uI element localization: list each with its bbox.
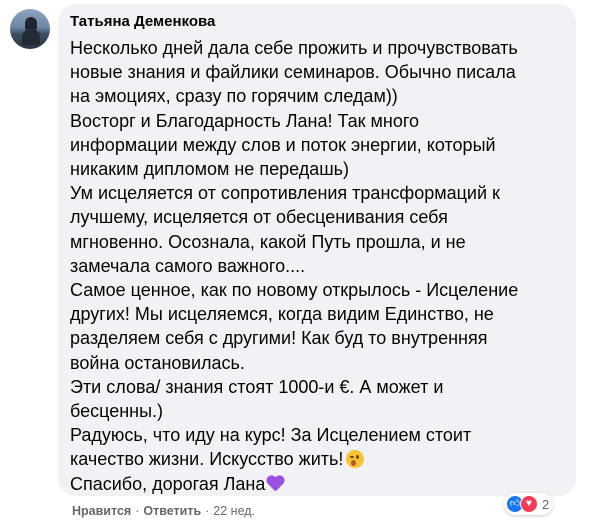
comment-line: никаким дипломом не передашь) [70, 159, 350, 180]
like-button[interactable]: Нравится [72, 504, 131, 518]
comment-line: Несколько дней дала себе прожить и прочу… [70, 38, 518, 58]
comment-line: на эмоциях, сразу по горячим следам)) [70, 86, 398, 107]
love-icon: ♥ [520, 495, 538, 513]
comment-line: бесценны.) [70, 401, 164, 422]
comment-line: война остановилась. [70, 352, 245, 373]
comment-timestamp[interactable]: 22 нед. [213, 504, 255, 518]
author-avatar[interactable] [10, 9, 50, 49]
reactions-summary[interactable]: 👍︎ ♥ 2 [504, 493, 554, 515]
avatar-figure-body [22, 29, 40, 45]
comment-line: информации между слов и поток энергии, к… [70, 134, 496, 155]
winking-face-icon [346, 450, 365, 469]
comment-text: Несколько дней дала себе прожить и прочу… [70, 36, 564, 496]
comment-line: других! Мы исцеляемся, когда видим Единс… [70, 304, 494, 325]
comment-line: Радуюсь, что иду на курс! За Исцелением … [70, 425, 472, 446]
comment-line-with-emoji: качество жизни. Искусство жить! [70, 447, 564, 471]
comment-line-with-emoji: Спасибо, дорогая Лана [70, 472, 564, 496]
comment-line: замечала самого важного.... [70, 255, 306, 276]
comment-line: Самое ценное, как по новому открылось - … [70, 280, 519, 301]
comment-line: Эти слова/ знания стоят 1000-и €. А може… [70, 376, 444, 397]
comment-line: мгновенно. Осознала, какой Путь прошла, … [70, 231, 466, 252]
comment-line: Восторг и Благодарность Лана! Так много [70, 110, 420, 131]
comment-line: Ум исцеляется от сопротивления трансформ… [70, 183, 500, 204]
separator: · [205, 504, 210, 518]
separator: · [135, 504, 140, 518]
comment-author[interactable]: Татьяна Деменкова [70, 12, 564, 32]
comment-bubble: Татьяна Деменкова Несколько дней дала се… [58, 4, 576, 496]
comment-line: разделяем себя с другими! Как буд то вну… [70, 328, 488, 349]
purple-heart-icon [266, 476, 284, 492]
comment-actions: Нравится · Ответить · 22 нед. [72, 504, 255, 518]
comment-line: лучшему, исцеляется от обесценивания себ… [70, 207, 448, 228]
reply-button[interactable]: Ответить [143, 504, 201, 518]
comment-line-text: качество жизни. Искусство жить! [70, 449, 344, 470]
reactions-count: 2 [542, 496, 550, 512]
comment-line-text: Спасибо, дорогая Лана [70, 473, 266, 494]
comment-line: новые знания и файлики семинаров. Обычно… [70, 62, 516, 83]
